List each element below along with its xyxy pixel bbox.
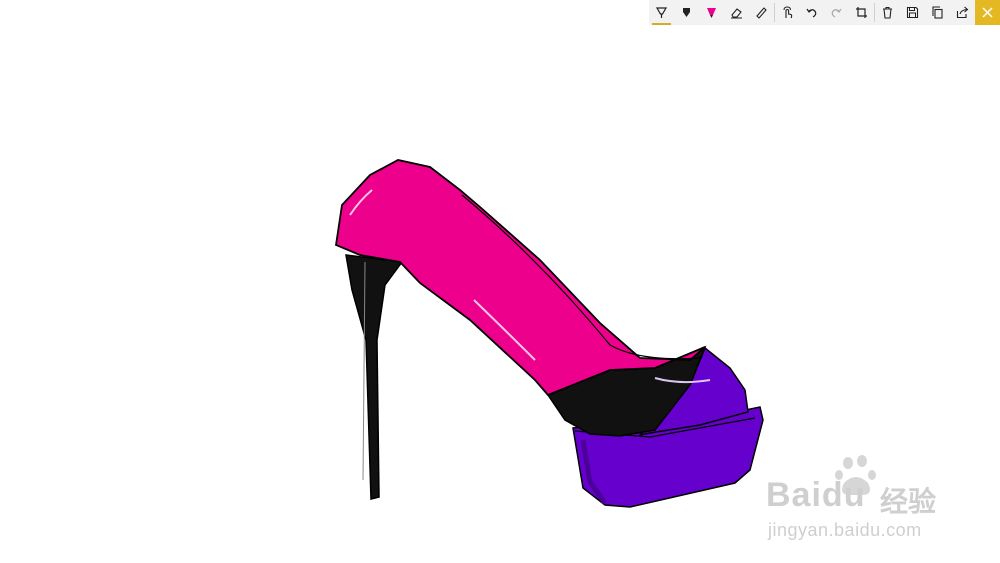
ruler-button[interactable] bbox=[749, 0, 774, 25]
ballpoint-pen-button[interactable] bbox=[649, 0, 674, 25]
shoe-heel bbox=[345, 254, 404, 500]
highlighter-icon bbox=[706, 8, 716, 18]
crop-icon bbox=[856, 7, 868, 18]
undo-icon bbox=[806, 8, 817, 18]
shoe-drawing bbox=[335, 159, 764, 508]
copy-button[interactable] bbox=[925, 0, 950, 25]
close-button[interactable] bbox=[975, 0, 1000, 25]
save-button[interactable] bbox=[900, 0, 925, 25]
ruler-icon bbox=[755, 7, 767, 19]
eraser-icon bbox=[730, 8, 742, 19]
watermark-cn: 经验 bbox=[880, 485, 937, 518]
eraser-button[interactable] bbox=[724, 0, 749, 25]
watermark-brand: Baidu bbox=[766, 476, 866, 514]
highlighter-button[interactable] bbox=[699, 0, 724, 25]
ballpoint-pen-icon bbox=[655, 7, 667, 18]
copy-icon bbox=[932, 6, 943, 19]
share-icon bbox=[956, 6, 969, 19]
delete-button[interactable] bbox=[875, 0, 900, 25]
undo-button[interactable] bbox=[800, 0, 825, 25]
touch-writing-button[interactable] bbox=[775, 0, 800, 25]
close-icon bbox=[982, 7, 993, 18]
redo-icon bbox=[832, 8, 842, 18]
redo-button[interactable] bbox=[824, 0, 849, 25]
delete-icon bbox=[883, 6, 893, 19]
pencil-icon bbox=[682, 8, 690, 17]
save-icon bbox=[907, 6, 919, 19]
crop-button[interactable] bbox=[849, 0, 874, 25]
pencil-button[interactable] bbox=[674, 0, 699, 25]
touch-writing-icon bbox=[783, 6, 792, 19]
ink-toolbar bbox=[649, 0, 1000, 25]
share-button[interactable] bbox=[950, 0, 975, 25]
watermark-url: jingyan.baidu.com bbox=[768, 520, 922, 540]
